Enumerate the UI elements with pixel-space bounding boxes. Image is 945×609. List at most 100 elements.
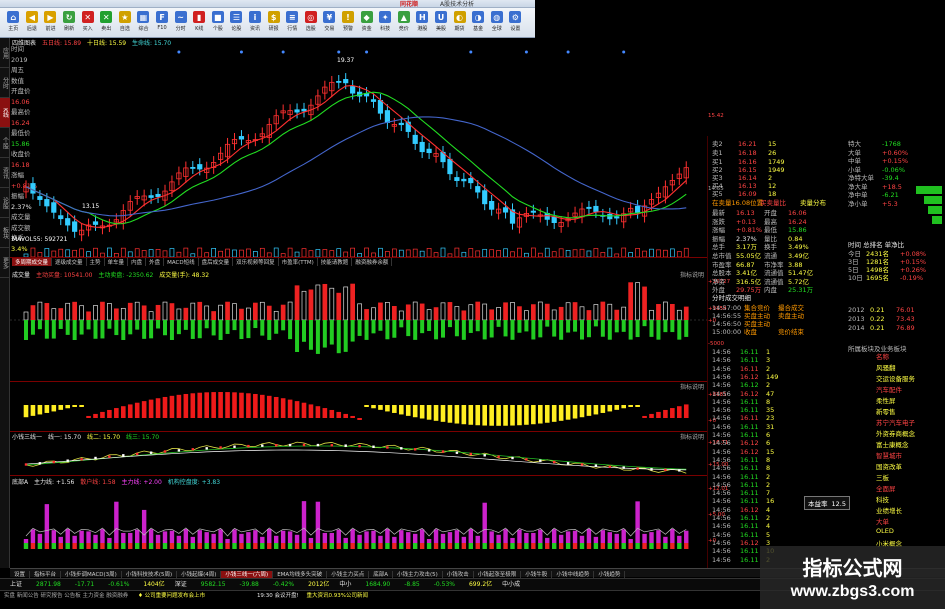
- quote-cell: 16.11: [740, 406, 759, 415]
- quote-cell: 14:56: [712, 530, 731, 539]
- volume-bar: [79, 248, 84, 258]
- wave-bar: [100, 411, 105, 418]
- toolbar-label: 综合: [138, 26, 149, 32]
- sell-volume-bar: [135, 320, 140, 330]
- toolbar-button-22[interactable]: H 港股: [413, 8, 432, 36]
- capital-bar: [635, 501, 640, 543]
- toolbar-button-6[interactable]: ★ 自选: [116, 8, 135, 36]
- sell-volume-bar: [447, 320, 452, 328]
- quote-cell: 16.12: [740, 505, 759, 514]
- news-headline[interactable]: 重大资讯0.93%公司新闻: [307, 593, 368, 599]
- indicator-tab[interactable]: 技能请教题: [318, 258, 353, 266]
- volume-bar: [58, 248, 64, 258]
- toolbar-button-10[interactable]: ▮ K线: [190, 8, 209, 36]
- wave-bar: [232, 392, 237, 418]
- base-bar: [65, 543, 70, 549]
- toolbar-button-15[interactable]: ≡ 行情: [283, 8, 302, 36]
- toolbar-button-0[interactable]: ⌂ 主页: [4, 8, 23, 36]
- capital-bar: [141, 509, 147, 543]
- panel1-help-button[interactable]: 指标说明: [680, 270, 704, 279]
- capital-bar: [190, 536, 195, 543]
- panel3-help-button[interactable]: 指标说明: [680, 432, 704, 441]
- toolbar-button-11[interactable]: ■ 个股: [209, 8, 228, 36]
- quote-cell: 内盘: [764, 286, 777, 295]
- toolbar-button-27[interactable]: ⚙ 设置: [506, 8, 525, 36]
- toolbar-button-5[interactable]: ✕ 卖出: [97, 8, 116, 36]
- toolbar-button-17[interactable]: ¥ 交易: [320, 8, 339, 36]
- buy-volume-bar: [322, 283, 328, 321]
- indicator-marker: [497, 455, 500, 458]
- toolbar-button-20[interactable]: ✦ 科技: [376, 8, 395, 36]
- indicator-tab[interactable]: 多周期成交量: [12, 258, 53, 266]
- indicator-tab[interactable]: 市盈率(TTM): [279, 258, 318, 266]
- toolbar-button-18[interactable]: ! 预警: [339, 8, 358, 36]
- indicator-tab[interactable]: 外盘: [146, 258, 165, 266]
- auction-icon: ▲: [397, 11, 410, 23]
- toolbar-button-13[interactable]: i 资讯: [246, 8, 265, 36]
- toolbar-button-3[interactable]: ↻ 刷新: [60, 8, 79, 36]
- indicator-tab[interactable]: 双乐视频等回复: [233, 258, 279, 266]
- sell-volume-bar: [524, 320, 529, 332]
- wave-bar: [23, 405, 29, 418]
- wave-bar: [677, 406, 682, 418]
- capital-bar: [128, 532, 133, 543]
- capital-bar: [628, 538, 633, 543]
- finance-row: 2013 0.22 73.43: [848, 315, 915, 323]
- toolbar-button-23[interactable]: U 美股: [432, 8, 451, 36]
- toolbar-button-24[interactable]: ◐ 期货: [450, 8, 469, 36]
- toolbar-button-19[interactable]: ◆ 资金: [357, 8, 376, 36]
- toolbar-button-12[interactable]: ☰ 论股: [227, 8, 246, 36]
- indicator-tab[interactable]: 单车量: [105, 258, 129, 266]
- sell-volume-bar: [302, 320, 306, 342]
- base-bar: [663, 543, 668, 549]
- toolbar-button-14[interactable]: $ 研报: [264, 8, 283, 36]
- sell-volume-bar: [573, 320, 578, 332]
- candle-body: [614, 216, 620, 219]
- popup-box[interactable]: 本益率 12.5: [804, 496, 850, 510]
- volume-bar: [72, 249, 78, 258]
- stock-icon: ■: [211, 11, 224, 23]
- toolbar-button-7[interactable]: ▦ 综合: [134, 8, 153, 36]
- sell-volume-bar: [329, 320, 334, 345]
- capital-bar: [621, 529, 626, 543]
- indicator-tab[interactable]: 盘后成交量: [199, 258, 234, 266]
- candle-body: [502, 207, 509, 213]
- buy-volume-bar: [642, 286, 647, 321]
- tick-row: 14:56 16.12 47: [712, 390, 786, 398]
- news-ticker[interactable]: ♦ 公司重要问题发布会上市: [138, 593, 205, 599]
- toolbar-button-8[interactable]: F F10: [153, 8, 172, 36]
- indicator-tab[interactable]: MACD短线: [164, 258, 199, 266]
- tick-row: 14:56 16.11 16: [712, 497, 786, 505]
- wave-bar: [260, 394, 265, 418]
- toolbar-button-21[interactable]: ▲ 竞价: [394, 8, 413, 36]
- toolbar-button-26[interactable]: ◍ 全球: [487, 8, 506, 36]
- toolbar-button-1[interactable]: ◀ 后退: [23, 8, 42, 36]
- toolbar-button-16[interactable]: ◎ 选股: [302, 8, 321, 36]
- buy-volume-bar: [475, 301, 481, 321]
- toolbar-button-4[interactable]: ✕ 买入: [78, 8, 97, 36]
- toolbar-button-9[interactable]: ~ 分时: [171, 8, 190, 36]
- indicator-tab[interactable]: 融资融券余额: [352, 258, 393, 266]
- indicator-tab[interactable]: 内盘: [128, 258, 147, 266]
- indicator-tab[interactable]: 主势: [87, 258, 105, 266]
- candle-body: [30, 183, 36, 194]
- flow-bar: [928, 206, 942, 214]
- capital-bar: [315, 501, 321, 543]
- volume-bar: [558, 248, 564, 258]
- buy-volume-bar: [273, 310, 279, 321]
- home-icon: ⌂: [7, 11, 20, 23]
- news-menu[interactable]: 实盘 新闻公告 研究报告 公告板 主力资金 融资融券: [4, 593, 128, 599]
- finance-row: 2014 0.21 76.89: [848, 324, 915, 332]
- index-item: 1684.90: [365, 581, 391, 588]
- toolbar-button-25[interactable]: ◑ 基金: [469, 8, 488, 36]
- base-bar: [447, 543, 453, 549]
- panel2-help-button[interactable]: 指标说明: [680, 382, 704, 391]
- capital-bar: [30, 529, 36, 543]
- indicator-marker: [149, 451, 153, 454]
- indicator-tab[interactable]: 逐级成交量: [52, 258, 87, 266]
- quote-cell: 1: [766, 348, 771, 356]
- sector-item: 国资改革: [876, 461, 902, 471]
- indicator-marker: [636, 467, 639, 470]
- toolbar-button-2[interactable]: ▶ 前进: [41, 8, 60, 36]
- quote-cell: 2: [766, 480, 771, 489]
